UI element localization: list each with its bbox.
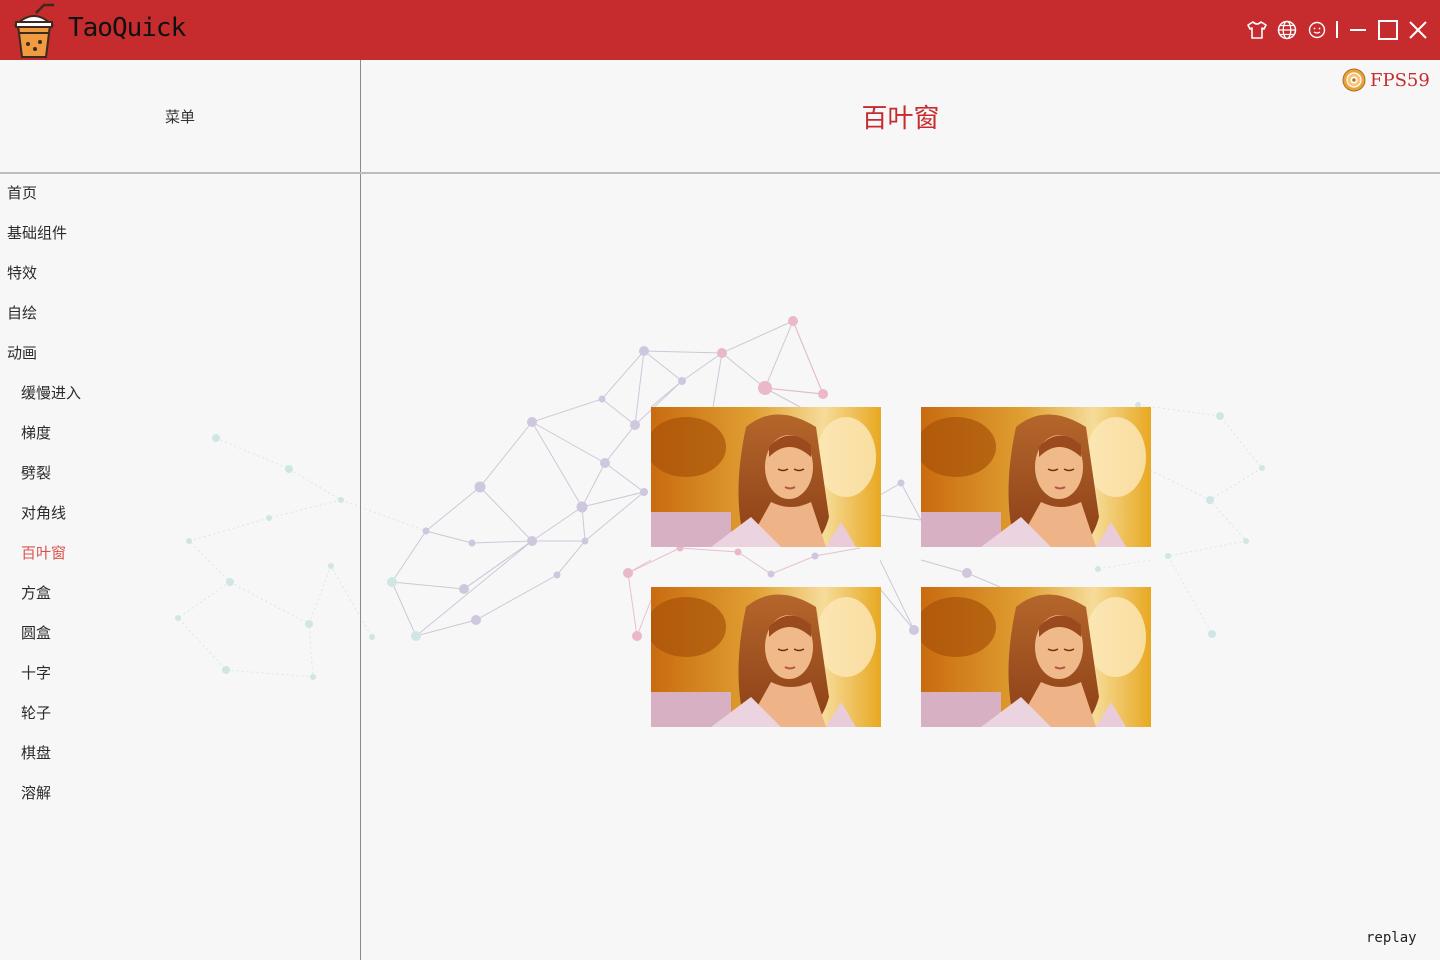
sidebar-item[interactable]: 自绘 xyxy=(0,293,360,333)
sidebar-item[interactable]: 圆盒 xyxy=(0,613,360,653)
sidebar-item[interactable]: 百叶窗 xyxy=(0,533,360,573)
page-title: 百叶窗 xyxy=(861,103,940,134)
portrait-photo xyxy=(651,407,881,547)
maximize-icon xyxy=(1378,20,1398,40)
about-button[interactable] xyxy=(1303,15,1331,45)
portrait-photo xyxy=(921,407,1151,547)
minimize-button[interactable] xyxy=(1344,15,1372,45)
sidebar-header: 菜单 xyxy=(164,107,195,126)
sidebar-item[interactable]: 棋盘 xyxy=(0,733,360,773)
sidebar-item[interactable]: 动画 xyxy=(0,333,360,373)
sidebar-item[interactable]: 首页 xyxy=(0,173,360,213)
minimize-icon xyxy=(1350,29,1366,31)
app-logo-icon xyxy=(10,3,58,59)
title-bar[interactable]: TaoQuick xyxy=(0,0,1440,60)
close-icon xyxy=(1409,21,1427,39)
sidebar-item[interactable]: 基础组件 xyxy=(0,213,360,253)
maximize-button[interactable] xyxy=(1374,15,1402,45)
replay-button[interactable]: replay xyxy=(1366,930,1417,946)
sidebar-item[interactable]: 缓慢进入 xyxy=(0,373,360,413)
sidebar-item[interactable]: 方盒 xyxy=(0,573,360,613)
sidebar-item[interactable]: 溶解 xyxy=(0,773,360,813)
blinds-preview-1[interactable] xyxy=(651,407,881,547)
sidebar-divider xyxy=(360,60,361,960)
fps-label: FPS59 xyxy=(1370,69,1430,91)
sidebar-item[interactable]: 十字 xyxy=(0,653,360,693)
sidebar-item[interactable]: 梯度 xyxy=(0,413,360,453)
skin-button[interactable] xyxy=(1243,15,1271,45)
skin-icon xyxy=(1247,21,1267,39)
fps-indicator: FPS59 xyxy=(1342,67,1430,93)
close-button[interactable] xyxy=(1404,15,1432,45)
sidebar-menu: 首页 基础组件 特效 自绘 动画 缓慢进入 梯度 劈裂 对角线 百叶窗 方盒 圆盒 十字 轮子 棋盘 溶解 xyxy=(0,173,360,813)
smiley-icon xyxy=(1308,21,1326,39)
titlebar-separator xyxy=(1336,21,1338,38)
sidebar-item[interactable]: 劈裂 xyxy=(0,453,360,493)
blinds-preview-2[interactable] xyxy=(921,407,1151,547)
sidebar-item[interactable]: 对角线 xyxy=(0,493,360,533)
blinds-preview-4[interactable] xyxy=(921,587,1151,727)
portrait-photo xyxy=(921,587,1151,727)
blinds-preview-3[interactable] xyxy=(651,587,881,727)
fps-gauge-icon xyxy=(1342,68,1366,92)
app-title: TaoQuick xyxy=(68,13,186,43)
portrait-photo xyxy=(651,587,881,727)
language-button[interactable] xyxy=(1273,15,1301,45)
sidebar-item[interactable]: 特效 xyxy=(0,253,360,293)
sidebar-item[interactable]: 轮子 xyxy=(0,693,360,733)
language-icon xyxy=(1277,20,1297,40)
